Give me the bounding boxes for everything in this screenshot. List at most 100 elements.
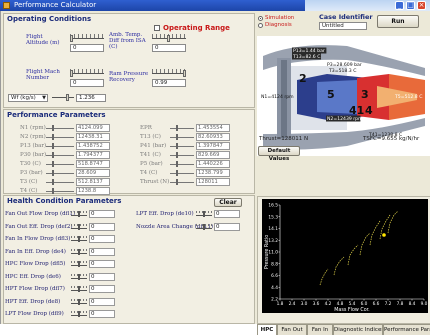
wf-field[interactable]: 1.236 [76,94,106,102]
health-param-thumb[interactable] [78,236,80,242]
performance-indicator-thumb [52,188,54,194]
health-param-thumb[interactable] [78,311,80,317]
health-param-field[interactable]: 0 [89,210,115,218]
run-button[interactable]: Run [377,15,419,28]
engine-station-number: 5 [327,88,335,101]
maximize-icon[interactable]: □ [406,1,415,10]
health-param-field[interactable]: 0 [89,235,115,243]
ambient-temp-slider[interactable] [152,34,186,43]
performance-param-value: 12438.31 [76,133,110,141]
window-title: Performance Calculator [14,1,97,9]
minimize-icon[interactable]: _ [395,1,404,10]
plot-y-tick-label: 8.8 [271,261,278,267]
mach-slider[interactable] [70,69,104,78]
performance-row: P41 (bar) 1.397847 [140,142,232,151]
health-param-field[interactable]: 0 [89,247,115,256]
plot-x-tick-label: 4.2 [325,301,332,307]
health-param-field[interactable]: 0 [89,297,115,306]
health-param-thumb[interactable] [78,273,80,280]
performance-indicator-track [170,155,194,156]
operating-range-checkbox[interactable] [154,25,160,31]
diagnosis-label: Diagnosis [265,22,292,28]
engine-station-number: 4 [365,104,373,117]
ambient-temp-field[interactable]: 0 [152,44,186,52]
ram-recovery-slider[interactable] [152,69,186,78]
performance-row: P5 (bar) 1.440226 [140,160,232,169]
performance-row: P30 (bar) 1.794377 [20,151,112,160]
simulation-radio[interactable] [258,16,263,21]
performance-parameters-group: Performance Parameters N1 (rpm) 4124.099 N… [3,109,255,195]
wf-select-value: Wf (kg/s) [11,95,36,101]
health-param-label: Fan In Eff. Drop (de4) [5,248,66,255]
plot-x-tick-label: 8.4 [409,301,416,307]
health-param-field[interactable]: 0 [89,260,115,268]
health-param-field[interactable]: 0 [89,285,115,293]
main-panel: Operating Conditions Flight Altitude (m)… [0,11,430,335]
health-param-field[interactable]: 0 [89,310,115,318]
mach-field[interactable]: 0 [70,79,104,87]
ram-recovery-field[interactable]: 0.99 [152,79,186,87]
operating-range-label: Operating Range [163,24,230,32]
health-param-field[interactable]: 0 [214,210,240,218]
performance-param-label: T3 (C) [20,179,38,185]
case-identifier-field[interactable]: Untitled [319,22,367,30]
tab-fan-out[interactable]: Fan Out [277,324,307,335]
performance-param-value: 128011 [196,178,230,186]
health-param-field[interactable]: 0 [89,272,115,281]
health-condition-group: Health Condition Parameters Clear Fan Ou… [3,195,255,324]
tab-hpc[interactable]: HPC [257,324,277,335]
health-param-thumb[interactable] [78,261,80,267]
tsfc-readout: TSFC=9.655 kg/N/hr [363,136,420,142]
performance-indicator-thumb [176,143,178,149]
ambient-temp-label: Amb. Temp. Diff from ISA (C) [109,32,146,50]
simulation-label: Simulation [265,15,295,21]
health-param-thumb[interactable] [203,223,205,230]
default-values-button[interactable]: Default Values [258,146,300,162]
performance-param-value: 1.440226 [196,160,230,168]
compressor-map-plot: 1.8 2.4 3.0 3.6 4.2 4.8 5.4 6.0 6.6 7.2 7.8 8.4 9.02… [262,199,428,313]
engine-station-readout: T13=82.6 C [292,54,320,60]
health-param-thumb[interactable] [78,286,80,292]
performance-row: T4 (C) 1238.799 [140,169,232,178]
engine-station-number: 2 [299,72,307,85]
wf-select[interactable]: Wf (kg/s) ▼ [8,94,48,102]
engine-station-readout: T5=512.8 C [394,94,422,100]
clear-button[interactable]: Clear [214,198,242,207]
flight-altitude-slider[interactable] [70,34,104,43]
health-param-thumb[interactable] [78,223,80,230]
tab-fan-in[interactable]: Fan In [307,324,333,335]
performance-param-value: 829.669 [196,151,230,159]
plot-x-tick-label: 3.6 [313,301,320,307]
tab-diagnostic-indices[interactable]: Diagnostic Indices [333,324,383,335]
flight-altitude-label: Flight Altitude (m) [26,34,60,46]
health-param-thumb[interactable] [203,211,205,217]
performance-indicator-track [170,137,194,138]
plot-x-tick-label: 3.0 [301,301,308,307]
engine-station-readout: N2=12439 rpm [327,116,363,122]
engine-station-readout: N1=4124 rpm [261,94,294,100]
health-param-thumb[interactable] [78,211,80,217]
health-param-label: Fan Out Flow Drop (dfl1) [5,211,75,217]
tab-performance-param[interactable]: Performance Param [383,324,430,335]
flight-altitude-field[interactable]: 0 [70,44,104,52]
performance-indicator-track [170,164,194,165]
performance-param-label: N2 (rpm) [20,134,46,140]
health-param-thumb[interactable] [78,298,80,305]
plot-x-tick-label: 5.4 [349,301,356,307]
plot-x-tick-label: 2.4 [289,301,296,307]
wf-slider[interactable] [52,93,74,102]
health-row: Fan In Flow Drop (dfl3) 0 [5,235,117,244]
performance-row: Thrust (N) 128011 [140,178,232,187]
health-param-label: HPT Flow Drop (dfl7) [5,286,65,292]
diagnosis-radio[interactable] [258,23,263,28]
health-param-thumb[interactable] [78,248,80,255]
health-row: Nozzle Area Change (dfl11) 0 [136,222,242,232]
health-param-label: Fan In Flow Drop (dfl3) [5,236,71,242]
health-param-field[interactable]: 0 [89,222,115,231]
performance-param-value: 1.453554 [196,124,230,132]
health-param-field[interactable]: 0 [214,222,240,231]
thrust-readout: Thrust=128011 N [259,136,309,142]
close-icon[interactable]: × [417,1,426,10]
performance-row: T30 (C) 518.8747 [20,160,112,169]
performance-param-value: 1238.8 [76,187,110,195]
